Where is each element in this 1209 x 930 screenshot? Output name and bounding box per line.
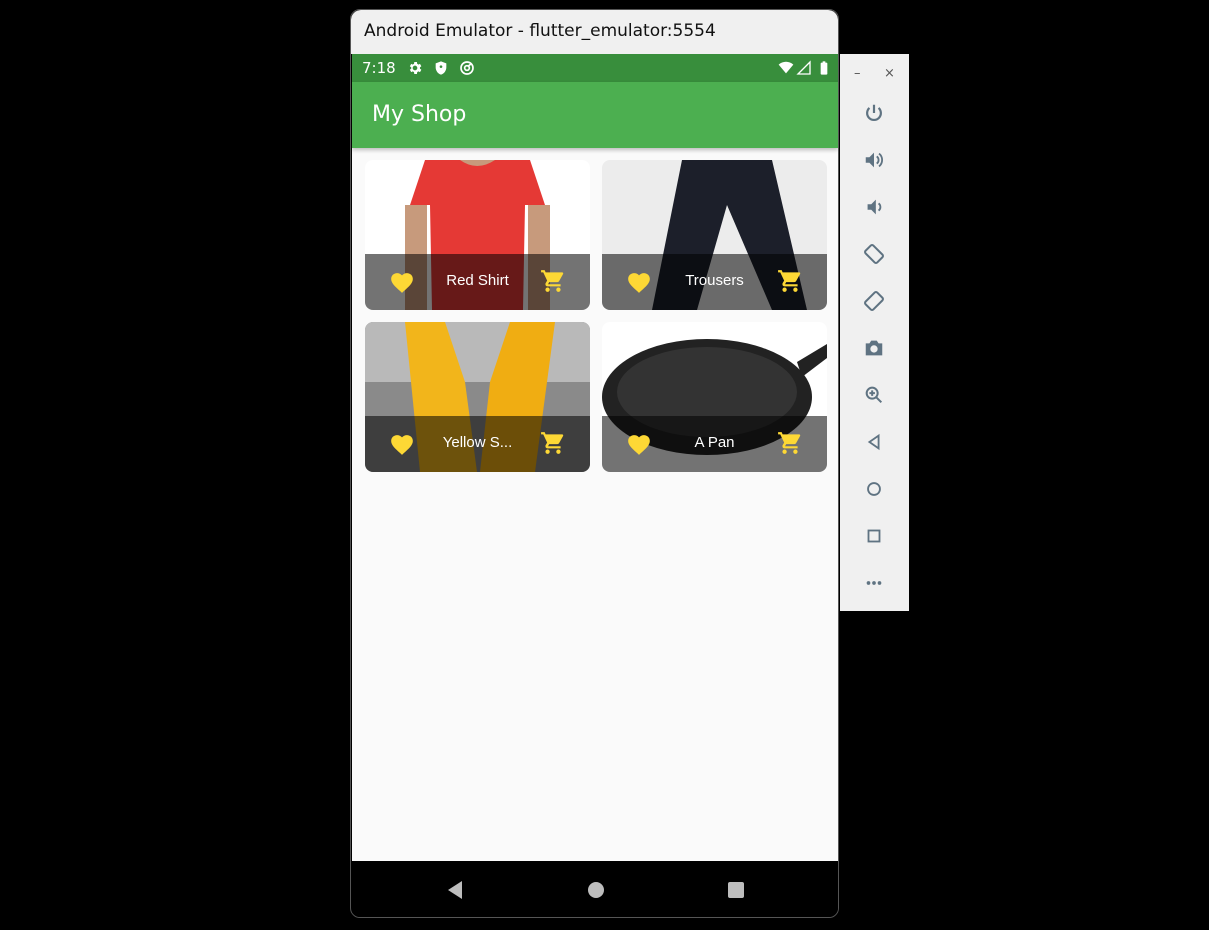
- product-title: Yellow S...: [442, 434, 513, 451]
- overview-button[interactable]: [863, 525, 885, 547]
- zoom-icon: [865, 386, 883, 404]
- favorite-icon[interactable]: [626, 432, 652, 456]
- home-button[interactable]: [863, 478, 885, 500]
- product-tile-pan[interactable]: A Pan: [602, 322, 827, 472]
- zoom-button[interactable]: [863, 384, 885, 406]
- navigation-bar: [352, 861, 838, 917]
- close-button[interactable]: ×: [884, 66, 895, 81]
- rotate-left-icon: [864, 244, 884, 264]
- more-icon: [866, 581, 882, 585]
- volume-down-icon: [867, 199, 882, 215]
- nav-overview-icon[interactable]: [725, 879, 747, 901]
- back-icon: [867, 433, 880, 451]
- product-tile-red-shirt[interactable]: Red Shirt: [365, 160, 590, 310]
- minimize-button[interactable]: –: [854, 66, 861, 81]
- emulator-window: Android Emulator - flutter_emulator:5554…: [350, 9, 839, 918]
- favorite-icon[interactable]: [389, 432, 415, 456]
- tile-footer: Yellow S...: [365, 416, 590, 472]
- volume-up-icon: [865, 152, 883, 168]
- home-icon: [867, 482, 881, 496]
- volume-down-button[interactable]: [863, 196, 885, 218]
- rotate-right-button[interactable]: [863, 290, 885, 312]
- more-button[interactable]: [863, 572, 885, 594]
- product-title: A Pan: [694, 434, 735, 451]
- window-title: Android Emulator - flutter_emulator:5554: [364, 21, 716, 41]
- favorite-icon[interactable]: [389, 270, 415, 294]
- settings-icon: [409, 62, 422, 74]
- status-time: 7:18: [362, 59, 396, 77]
- rotate-right-icon: [864, 291, 884, 311]
- cart-icon[interactable]: [540, 268, 566, 294]
- app-bar: My Shop: [352, 82, 838, 148]
- nav-back-icon[interactable]: [444, 879, 466, 901]
- product-tile-trousers[interactable]: Trousers: [602, 160, 827, 310]
- cart-icon[interactable]: [777, 430, 803, 456]
- favorite-icon[interactable]: [626, 270, 652, 294]
- nav-home-icon[interactable]: [585, 879, 607, 901]
- product-title: Trousers: [685, 272, 744, 289]
- sync-icon: [460, 61, 474, 75]
- window-titlebar[interactable]: Android Emulator - flutter_emulator:5554: [351, 10, 838, 54]
- cart-icon[interactable]: [777, 268, 803, 294]
- tile-footer: Trousers: [602, 254, 827, 310]
- signal-icon: [796, 60, 811, 75]
- overview-icon: [867, 529, 881, 543]
- status-bar: 7:18: [352, 54, 838, 82]
- volume-up-button[interactable]: [863, 149, 885, 171]
- power-button[interactable]: [863, 102, 885, 124]
- page-title: My Shop: [372, 102, 467, 127]
- battery-icon: [820, 61, 828, 75]
- product-title: Red Shirt: [446, 272, 509, 289]
- emulator-toolbar: – ×: [840, 54, 909, 611]
- device-screen: 7:18 My Shop Red Shirt Trousers Yellow S…: [352, 54, 838, 861]
- cart-icon[interactable]: [540, 430, 566, 456]
- product-tile-yellow-scarf[interactable]: Yellow S...: [365, 322, 590, 472]
- shield-icon: [435, 61, 447, 75]
- tile-footer: A Pan: [602, 416, 827, 472]
- camera-icon: [865, 340, 883, 356]
- power-icon: [866, 104, 882, 122]
- wifi-icon: [778, 61, 794, 74]
- rotate-left-button[interactable]: [863, 243, 885, 265]
- screenshot-button[interactable]: [863, 337, 885, 359]
- tile-footer: Red Shirt: [365, 254, 590, 310]
- back-button[interactable]: [863, 431, 885, 453]
